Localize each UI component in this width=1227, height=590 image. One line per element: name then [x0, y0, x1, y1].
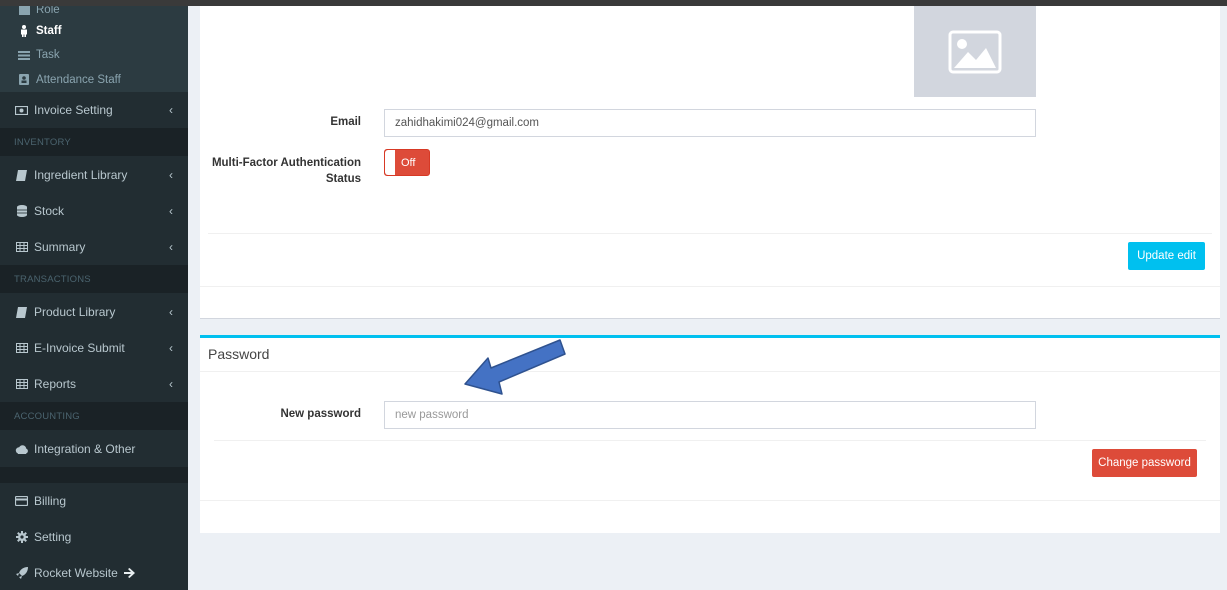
table-icon [15, 241, 28, 253]
list-icon [18, 50, 30, 60]
user-tag-icon [18, 6, 30, 15]
sidebar-item-staff[interactable]: Staff [0, 19, 188, 43]
database-icon [15, 205, 28, 217]
chevron-left-icon: ‹ [169, 341, 173, 355]
sidebar-item-label: Summary [34, 240, 86, 254]
image-icon [948, 30, 1002, 73]
sidebar-item-label: E-Invoice Submit [34, 341, 125, 355]
book-icon [15, 169, 28, 181]
sidebar: Role Staff Task Attendance Staff Invoice… [0, 6, 188, 590]
sidebar-item-label: Stock [34, 204, 65, 218]
sidebar-item-label: Ingredient Library [34, 168, 128, 182]
chevron-left-icon: ‹ [169, 377, 173, 391]
email-field[interactable]: zahidhakimi024@gmail.com [384, 109, 1036, 137]
sidebar-item-billing[interactable]: Billing [0, 483, 188, 519]
change-password-button[interactable]: Change password [1092, 449, 1197, 477]
credit-card-icon [15, 495, 28, 507]
sidebar-item-invoice-setting[interactable]: Invoice Setting ‹ [0, 92, 188, 128]
rocket-icon [15, 567, 28, 579]
sidebar-item-label: Reports [34, 377, 77, 391]
sidebar-item-label: Setting [34, 530, 72, 544]
sidebar-item-label: Attendance Staff [36, 73, 121, 86]
table-icon [15, 342, 28, 354]
sidebar-item-label: Staff [36, 25, 62, 37]
update-edit-button[interactable]: Update edit [1128, 242, 1205, 270]
sidebar-item-summary[interactable]: Summary ‹ [0, 229, 188, 265]
toggle-knob [385, 150, 395, 175]
sidebar-item-einvoice-submit[interactable]: E-Invoice Submit ‹ [0, 330, 188, 366]
sidebar-item-setting[interactable]: Setting [0, 519, 188, 555]
mfa-toggle-text: Off [401, 156, 416, 169]
money-icon [15, 104, 28, 116]
mfa-label-line2: Status [325, 173, 361, 185]
new-password-label: New password [280, 408, 361, 420]
sidebar-item-label: Product Library [34, 305, 116, 319]
chevron-left-icon: ‹ [169, 305, 173, 319]
sidebar-item-ingredient-library[interactable]: Ingredient Library ‹ [0, 157, 188, 193]
password-panel: Password New password Change password [200, 335, 1220, 533]
id-card-icon [18, 74, 30, 85]
divider [200, 371, 1220, 372]
profile-panel: Email zahidhakimi024@gmail.com Multi-Fac… [200, 6, 1220, 319]
sidebar-item-product-library[interactable]: Product Library ‹ [0, 294, 188, 330]
table-icon [15, 378, 28, 390]
sidebar-item-reports[interactable]: Reports ‹ [0, 366, 188, 402]
chevron-left-icon: ‹ [169, 240, 173, 254]
chevron-left-icon: ‹ [169, 103, 173, 117]
arrow-right-icon [123, 568, 135, 578]
divider [208, 233, 1212, 234]
mfa-label-line1: Multi-Factor Authentication [211, 157, 361, 169]
book-icon [15, 306, 28, 318]
sidebar-item-label: Invoice Setting [34, 103, 113, 117]
sidebar-item-label: Task [36, 49, 60, 61]
sidebar-item-integration[interactable]: Integration & Other [0, 431, 188, 467]
sidebar-spacer [0, 467, 188, 483]
sidebar-item-label: Integration & Other [34, 442, 136, 456]
divider [214, 440, 1206, 441]
sidebar-header-inventory: INVENTORY [0, 128, 188, 156]
mfa-label: Multi-Factor Authentication Status [200, 155, 361, 187]
mfa-toggle[interactable]: Off [384, 149, 430, 176]
annotation-arrow-icon [464, 339, 566, 395]
chevron-left-icon: ‹ [169, 204, 173, 218]
profile-image-placeholder[interactable] [914, 6, 1036, 97]
sidebar-item-task[interactable]: Task [0, 43, 188, 67]
sidebar-item-attendance-staff[interactable]: Attendance Staff [0, 67, 188, 92]
gear-icon [15, 531, 28, 543]
divider [200, 500, 1220, 501]
sidebar-header-accounting: ACCOUNTING [0, 402, 188, 430]
sidebar-item-label: Billing [34, 494, 67, 508]
divider [200, 286, 1220, 287]
sidebar-item-label: Role [36, 6, 60, 16]
email-label: Email [330, 116, 361, 128]
sidebar-item-rocket-website[interactable]: Rocket Website [0, 555, 188, 590]
chevron-left-icon: ‹ [169, 168, 173, 182]
password-panel-title: Password [208, 346, 270, 362]
person-icon [18, 25, 30, 37]
sidebar-header-transactions: TRANSACTIONS [0, 265, 188, 293]
sidebar-item-stock[interactable]: Stock ‹ [0, 193, 188, 229]
sidebar-item-label: Rocket Website [34, 566, 118, 580]
cloud-icon [15, 443, 28, 455]
